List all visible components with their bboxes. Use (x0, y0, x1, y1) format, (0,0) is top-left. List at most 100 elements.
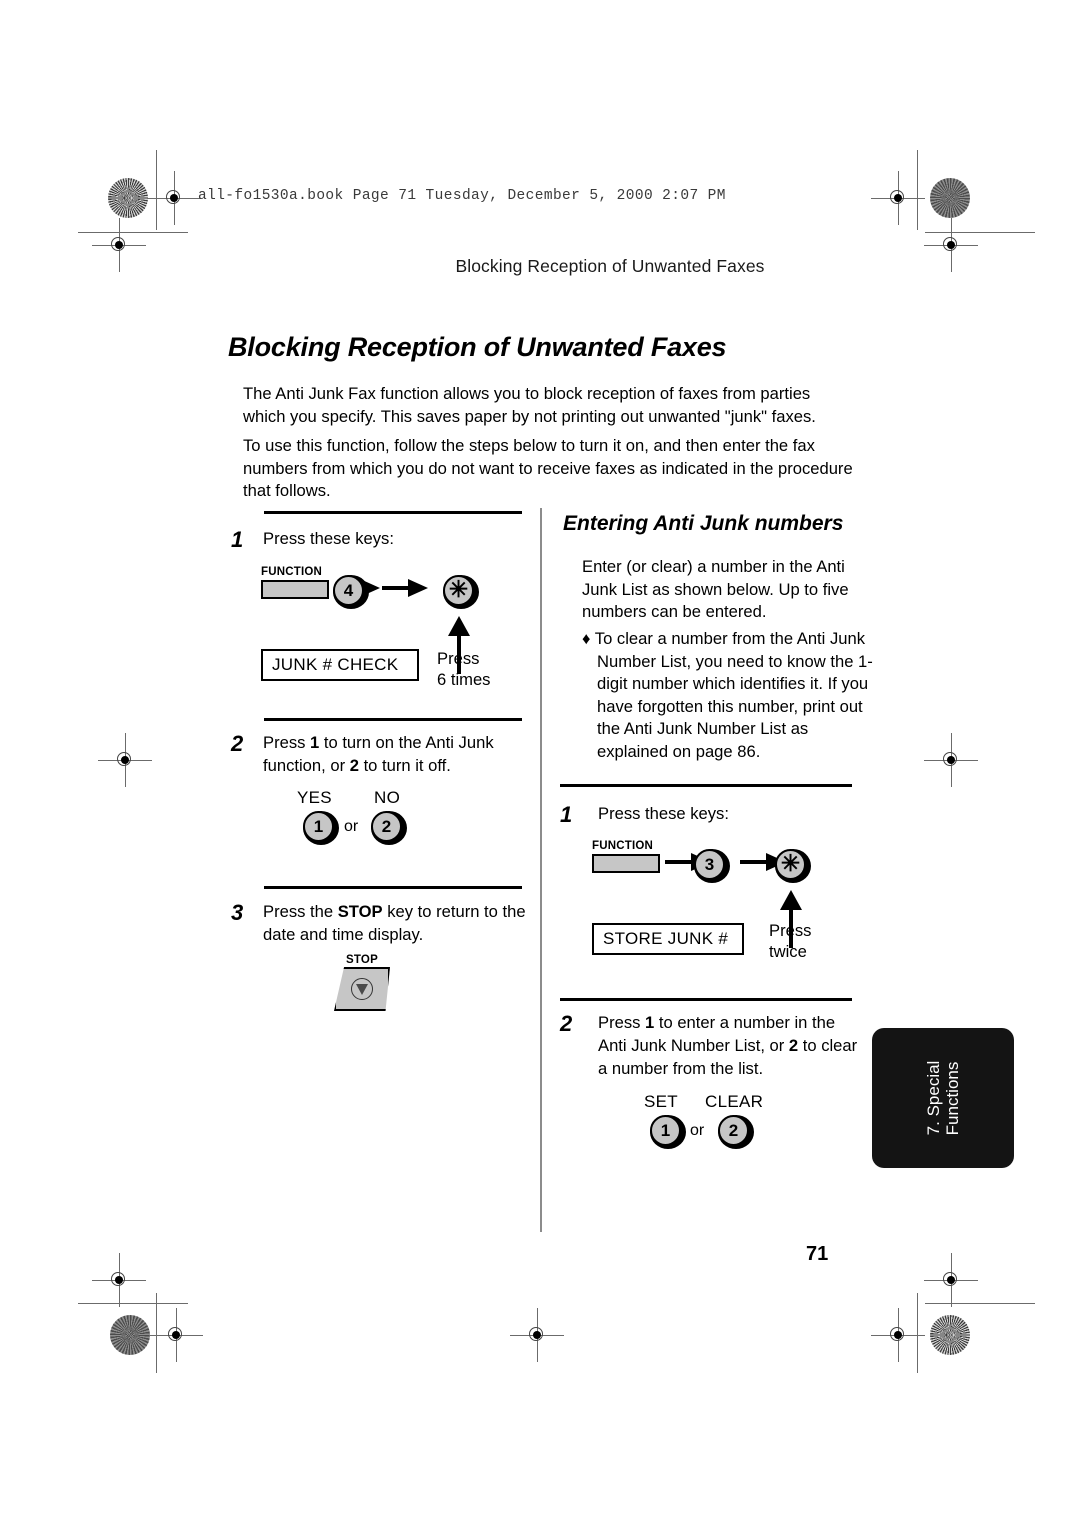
right-step-2: 2 Press 1 to enter a number in the Anti … (560, 1011, 860, 1080)
section-subtitle: Entering Anti Junk numbers (563, 512, 844, 535)
left-key-yes-1[interactable]: 1 (303, 811, 339, 845)
left-digit-key-4[interactable]: 4 (333, 575, 369, 609)
left-step-3-stop-word: STOP (337, 902, 383, 921)
left-step-2: 2 Press 1 to turn on the Anti Junk funct… (231, 731, 531, 777)
registration-mark-lower-left (92, 1253, 146, 1307)
left-step-2-key-1: 1 (310, 733, 320, 752)
left-step-1-text: Press these keys: (263, 529, 394, 548)
left-function-key[interactable]: FUNCTION (261, 566, 329, 599)
registration-mark-bottom-left (149, 1308, 203, 1362)
book-slug-line: all-fo1530a.book Page 71 Tuesday, Decemb… (198, 188, 726, 204)
function-key-button[interactable] (261, 580, 329, 599)
left-key-no-2[interactable]: 2 (371, 811, 407, 845)
right-step-2-text: Press 1 to enter a number in the Anti Ju… (598, 1011, 860, 1080)
left-key-no-2-label: 2 (371, 811, 402, 842)
right-press-note-line2: twice (769, 942, 807, 961)
left-step2-rule (264, 718, 522, 721)
right-step2-rule (560, 998, 852, 1001)
registration-mark-middle-left (98, 733, 152, 787)
left-step3-rule (264, 886, 522, 889)
left-step-2-text-a: Press (263, 733, 311, 752)
right-star-key[interactable]: ✳ (775, 849, 811, 883)
function-key-label: FUNCTION (261, 566, 323, 578)
left-star-key[interactable]: ✳ (443, 575, 479, 609)
right-lcd-display: STORE JUNK # (592, 923, 744, 955)
trim-line-bottom-left-vertical (156, 1293, 157, 1373)
column-divider (540, 508, 542, 1232)
trim-line-bottom-right-vertical (917, 1293, 918, 1373)
left-step-2-number: 2 (231, 731, 244, 756)
left-step1-rule (264, 511, 522, 514)
right-key-clear-2[interactable]: 2 (718, 1115, 754, 1149)
left-step-1: 1 Press these keys: (231, 527, 531, 552)
chapter-tab-line-1: 7. Special (924, 1060, 943, 1136)
page-title: Blocking Reception of Unwanted Faxes (228, 332, 727, 362)
right-key-set-1-label: 1 (650, 1115, 681, 1146)
left-press-note: Press 6 times (437, 648, 490, 690)
running-header: Blocking Reception of Unwanted Faxes (0, 256, 1080, 277)
stop-triangle-icon (351, 978, 373, 1000)
left-label-no: NO (374, 788, 401, 807)
right-step-2-key-1: 1 (645, 1013, 655, 1032)
registration-mark-top-left (147, 171, 201, 225)
right-label-set: SET (644, 1092, 678, 1111)
trim-line-upper-left-horizontal (78, 232, 188, 233)
stop-key-label: STOP (346, 954, 378, 966)
right-press-note: Press twice (769, 920, 811, 962)
trim-line-lower-left-horizontal (78, 1303, 188, 1304)
right-key-clear-2-label: 2 (718, 1115, 749, 1146)
right-step1-rule (560, 784, 852, 787)
right-star-key-label: ✳ (775, 849, 806, 880)
trim-line-top-left-vertical (156, 150, 157, 230)
left-step-2-key-2: 2 (349, 756, 359, 775)
stop-key-shape[interactable] (334, 967, 390, 1011)
trim-line-top-right-vertical (917, 150, 918, 230)
right-function-key-button[interactable] (592, 854, 660, 873)
registration-mark-bottom-right (871, 1308, 925, 1362)
right-step-1: 1 Press these keys: (560, 802, 860, 827)
right-key-set-1[interactable]: 1 (650, 1115, 686, 1149)
trim-line-upper-right-horizontal (925, 232, 1035, 233)
left-press-note-line2: 6 times (437, 670, 491, 689)
left-step-2-text: Press 1 to turn on the Anti Junk functio… (263, 731, 531, 777)
page-number: 71 (806, 1243, 829, 1265)
right-step-1-text: Press these keys: (598, 804, 729, 823)
left-step-1-number: 1 (231, 527, 244, 552)
halftone-mark-top-left (108, 178, 148, 218)
left-step-3-number: 3 (231, 900, 244, 925)
left-step-3-text: Press the STOP key to return to the date… (263, 900, 531, 946)
intro-paragraph-1: The Anti Junk Fax function allows you to… (243, 384, 816, 426)
right-step-2-text-a: Press (598, 1013, 646, 1032)
chapter-tab: 7. Special Functions (872, 1028, 1014, 1168)
right-function-key[interactable]: FUNCTION (592, 840, 660, 873)
halftone-mark-top-right (930, 178, 970, 218)
left-step-2-text-e: to turn it off. (358, 756, 451, 775)
right-step-2-number: 2 (560, 1011, 573, 1036)
left-or-word: or (344, 818, 359, 835)
right-digit-key-3[interactable]: 3 (694, 849, 730, 883)
right-digit-key-3-label: 3 (694, 849, 725, 880)
registration-mark-lower-right (924, 1253, 978, 1307)
right-function-key-label: FUNCTION (592, 840, 654, 852)
right-intro-paragraph: Enter (or clear) a number in the Anti Ju… (582, 557, 849, 621)
left-press-note-line1: Press (437, 649, 480, 668)
chapter-tab-line-2: Functions (943, 1061, 962, 1136)
right-or-word: or (690, 1122, 705, 1139)
left-star-key-label: ✳ (443, 575, 474, 606)
registration-mark-top-right (871, 171, 925, 225)
left-digit-key-4-label: 4 (333, 575, 364, 606)
left-step-3: 3 Press the STOP key to return to the da… (231, 900, 531, 946)
intro-paragraph-2: To use this function, follow the steps b… (243, 436, 853, 500)
left-arrow-digit-to-star (382, 579, 428, 597)
left-lcd-text: JUNK # CHECK (272, 655, 399, 674)
right-step-2-key-2: 2 (788, 1036, 799, 1055)
stop-key[interactable]: STOP (334, 954, 390, 1011)
left-lcd-display: JUNK # CHECK (261, 649, 419, 681)
right-bullet-note: ♦ To clear a number from the Anti Junk N… (582, 629, 873, 761)
halftone-mark-bottom-left (110, 1315, 150, 1355)
running-header-text: Blocking Reception of Unwanted Faxes (455, 256, 765, 276)
left-key-yes-1-label: 1 (303, 811, 334, 842)
trim-line-lower-right-horizontal (925, 1303, 1035, 1304)
halftone-mark-bottom-right (930, 1315, 970, 1355)
right-press-note-line1: Press (769, 921, 812, 940)
